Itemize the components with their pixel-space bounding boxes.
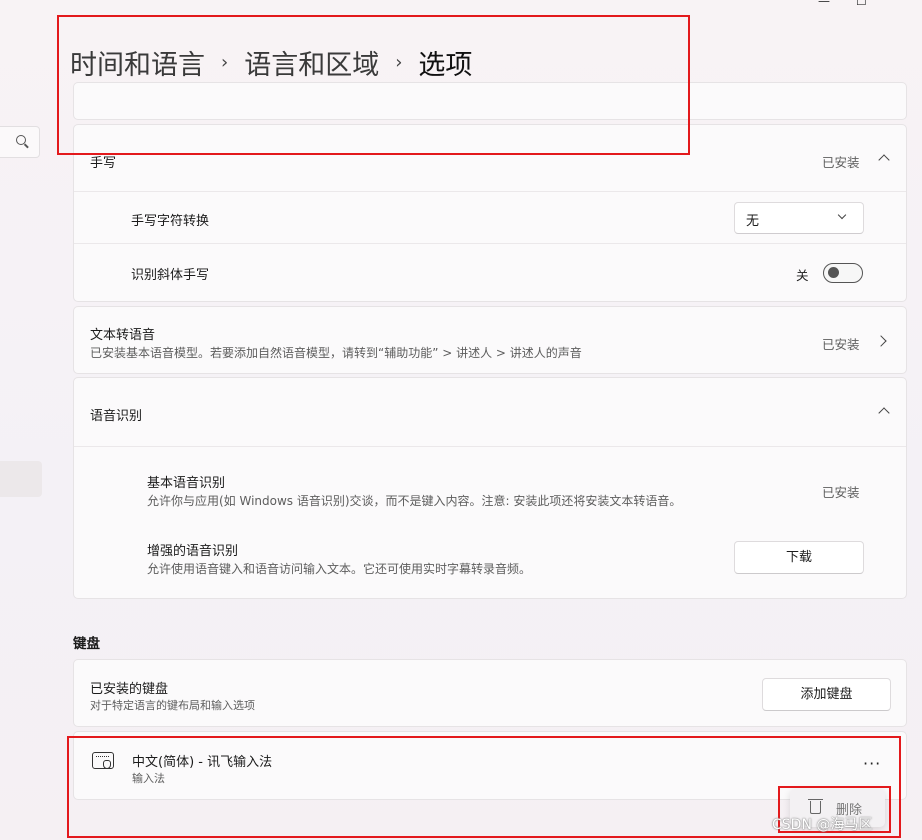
basic-speech-description: 允许你与应用(如 Windows 语音识别)交谈，而不是键入内容。注意: 安装此…	[147, 494, 682, 508]
basic-speech-status: 已安装	[822, 485, 860, 500]
italic-label: 识别斜体手写	[131, 268, 210, 283]
add-keyboard-button[interactable]: 添加键盘	[762, 678, 891, 711]
enhanced-speech-row: 增强的语音识别 允许使用语音键入和语音访问输入文本。它还可使用实时字幕转录音频。…	[74, 521, 906, 599]
keyboard-icon	[92, 752, 114, 769]
scrolled-card	[73, 82, 907, 120]
handwriting-status: 已安装	[822, 155, 860, 170]
char-convert-select[interactable]: 无	[734, 202, 864, 234]
installed-keyboards-title: 已安装的键盘	[90, 682, 169, 697]
maximize-button[interactable]: ☐	[856, 0, 867, 8]
more-options-icon[interactable]: ···	[863, 754, 881, 773]
search-icon	[16, 135, 26, 145]
breadcrumb-item-time-language[interactable]: 时间和语言	[70, 43, 205, 82]
breadcrumb-separator: ›	[221, 51, 229, 73]
breadcrumb-current: 选项	[418, 49, 473, 81]
watermark: CSDN @海马区	[772, 817, 873, 833]
chevron-down-icon	[837, 210, 847, 220]
handwriting-header[interactable]: 手写 已安装	[74, 125, 906, 191]
italic-toggle[interactable]	[823, 263, 863, 283]
speech-header[interactable]: 语音识别	[74, 378, 906, 446]
italic-state-label: 关	[796, 268, 809, 283]
nav-selected-item[interactable]	[0, 461, 42, 497]
minimize-button[interactable]: —	[818, 0, 830, 8]
tts-description: 已安装基本语音模型。若要添加自然语音模型，请转到“辅助功能” > 讲述人 > 讲…	[90, 346, 582, 360]
speech-card: 语音识别 基本语音识别 允许你与应用(如 Windows 语音识别)交谈，而不是…	[73, 377, 907, 599]
handwriting-card: 手写 已安装 手写字符转换 无 识别斜体手写 关	[73, 124, 907, 302]
tts-title: 文本转语音	[90, 328, 156, 343]
basic-speech-title: 基本语音识别	[147, 476, 226, 491]
speech-title: 语音识别	[90, 409, 143, 424]
basic-speech-row: 基本语音识别 允许你与应用(如 Windows 语音识别)交谈，而不是键入内容。…	[74, 447, 906, 521]
char-convert-label: 手写字符转换	[131, 214, 210, 229]
download-button[interactable]: 下载	[734, 541, 864, 574]
toggle-knob	[828, 267, 839, 278]
char-convert-row: 手写字符转换 无	[74, 192, 906, 243]
installed-keyboards-card: 已安装的键盘 对于特定语言的键布局和输入选项 添加键盘	[73, 659, 907, 727]
enhanced-speech-description: 允许使用语音键入和语音访问输入文本。它还可使用实时字幕转录音频。	[147, 562, 532, 576]
chevron-up-icon[interactable]	[878, 407, 890, 419]
italic-row: 识别斜体手写 关	[74, 244, 906, 302]
nav-search-box[interactable]	[0, 126, 40, 158]
handwriting-title: 手写	[90, 156, 117, 171]
keyboard-section-title: 键盘	[73, 636, 100, 652]
keyboard-item: 中文(简体) - 讯飞输入法 输入法 ···	[73, 731, 907, 800]
breadcrumb-separator: ›	[395, 51, 403, 73]
trash-icon	[808, 799, 823, 814]
keyboard-item-type: 输入法	[132, 772, 165, 785]
tts-card[interactable]: 文本转语音 已安装基本语音模型。若要添加自然语音模型，请转到“辅助功能” > 讲…	[73, 306, 907, 374]
enhanced-speech-title: 增强的语音识别	[147, 544, 239, 559]
chevron-right-icon	[875, 335, 887, 347]
installed-keyboards-description: 对于特定语言的键布局和输入选项	[90, 699, 255, 712]
breadcrumb: 时间和语言 › 语言和区域 › 选项	[70, 42, 472, 82]
keyboard-item-name: 中文(简体) - 讯飞输入法	[132, 755, 273, 770]
chevron-up-icon[interactable]	[878, 154, 890, 166]
char-convert-value: 无	[746, 214, 760, 229]
breadcrumb-item-language-region[interactable]: 语言和区域	[244, 43, 379, 82]
tts-status: 已安装	[822, 337, 860, 352]
